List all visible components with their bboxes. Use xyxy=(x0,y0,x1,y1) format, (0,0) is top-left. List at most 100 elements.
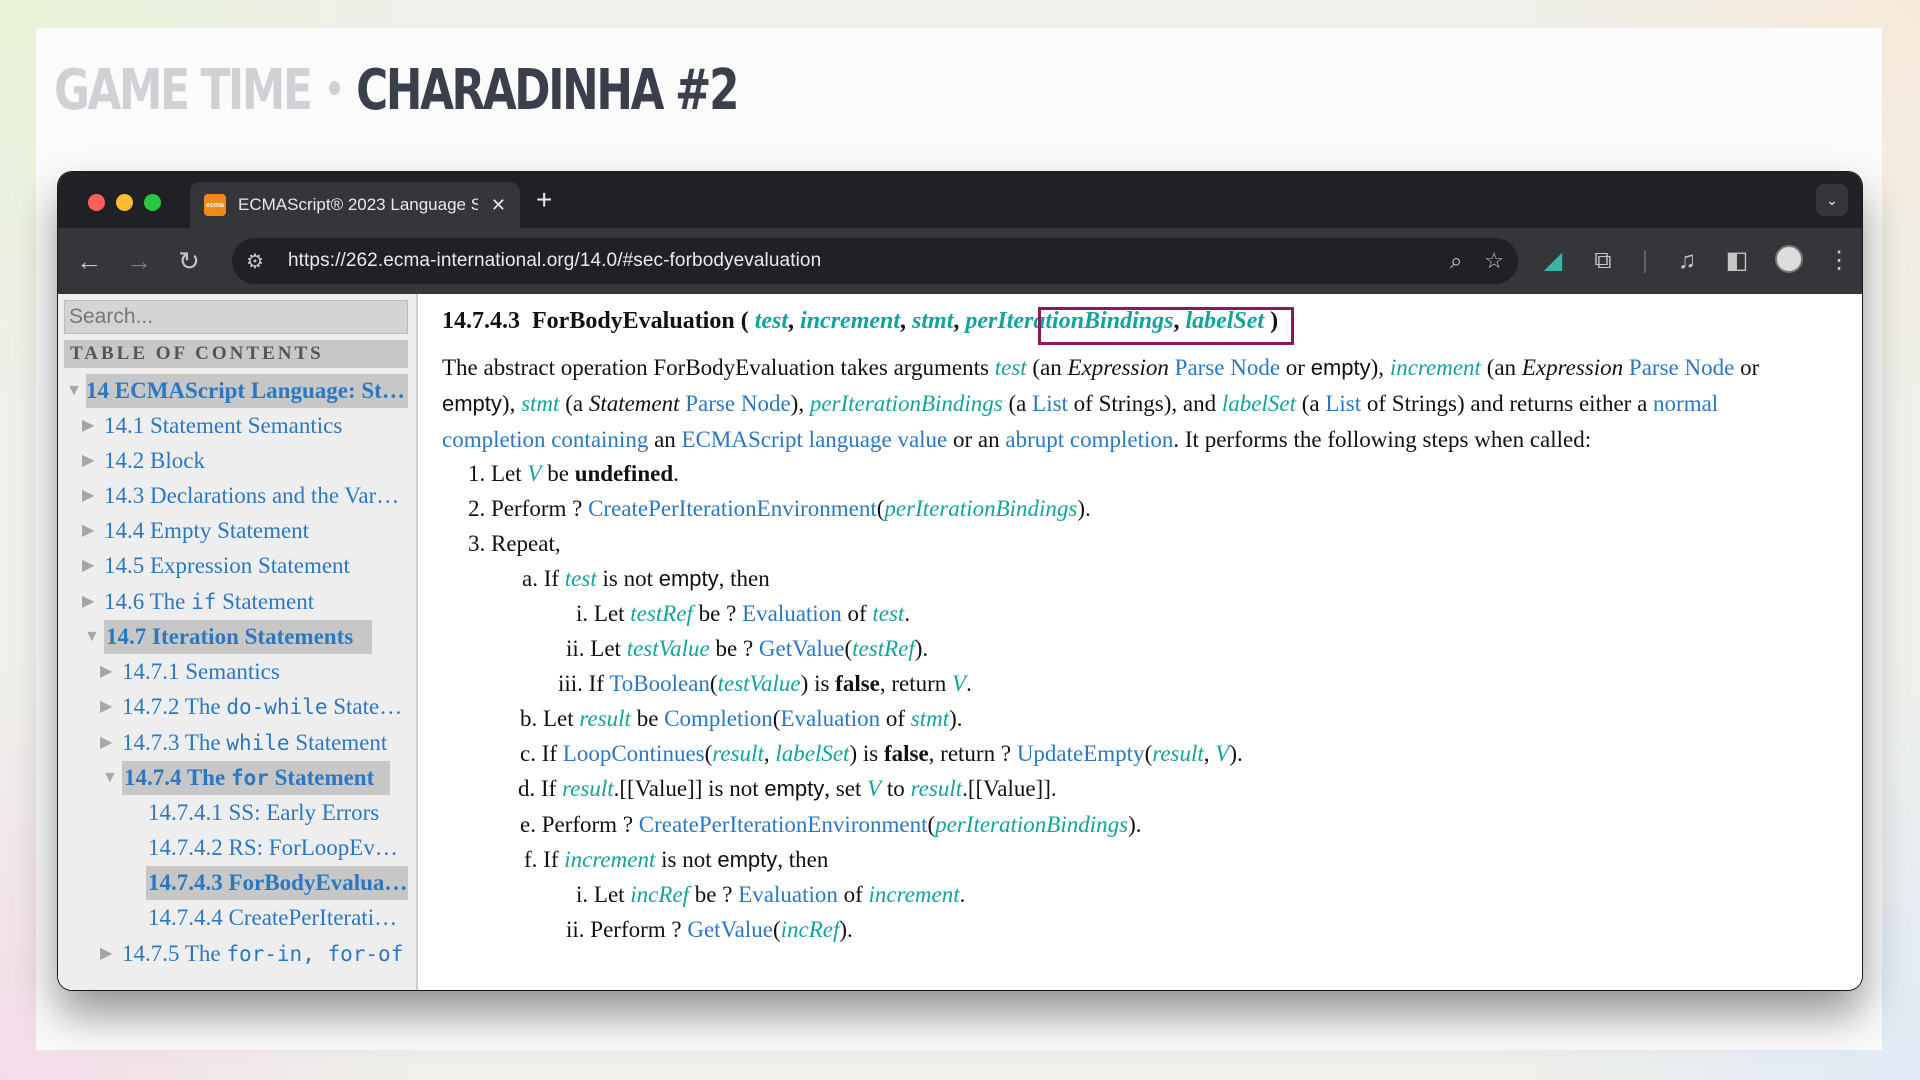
collapse-arrow-icon[interactable]: ▶ xyxy=(82,444,94,478)
var-perIterationBindings[interactable]: perIterationBindings xyxy=(884,496,1077,521)
expand-arrow-icon[interactable]: ▼ xyxy=(102,761,118,795)
param-increment[interactable]: increment xyxy=(800,308,900,334)
link-abrupt-completion[interactable]: abrupt completion xyxy=(1005,427,1173,452)
var-testRef[interactable]: testRef xyxy=(630,601,693,626)
link-completion[interactable]: Completion xyxy=(664,706,773,731)
toc-item-14[interactable]: 14 ECMAScript Language: Statements and D… xyxy=(86,374,408,408)
param-stmt[interactable]: stmt xyxy=(912,308,953,334)
link-list[interactable]: List xyxy=(1325,391,1361,416)
link-toboolean[interactable]: ToBoolean xyxy=(609,671,710,696)
toc-item-14-1[interactable]: 14.1 Statement Semantics xyxy=(104,409,404,443)
active-tab[interactable]: ecma ECMAScript® 2023 Language Specifica… xyxy=(190,182,520,228)
tab-close-icon[interactable]: ✕ xyxy=(491,195,506,216)
zoom-icon[interactable]: ⌕ xyxy=(1450,248,1462,274)
toc-item-14-7[interactable]: 14.7 Iteration Statements xyxy=(104,620,372,654)
var-V[interactable]: V xyxy=(952,671,966,696)
link-getvalue[interactable]: GetValue xyxy=(759,636,845,661)
collapse-arrow-icon[interactable]: ▶ xyxy=(100,655,112,689)
toc-item-14-7-3[interactable]: 14.7.3 The while Statement xyxy=(122,726,406,760)
minimize-window-button[interactable] xyxy=(116,194,133,211)
expand-arrow-icon[interactable]: ▼ xyxy=(84,620,100,654)
var-test[interactable]: test xyxy=(565,566,597,591)
bookmark-star-icon[interactable]: ☆ xyxy=(1484,248,1504,274)
param-perIterationBindings[interactable]: perIterationBindings xyxy=(965,308,1173,334)
link-updateempty[interactable]: UpdateEmpty xyxy=(1017,741,1145,766)
link-create-per-iteration-environment[interactable]: CreatePerIterationEnvironment xyxy=(588,496,877,521)
link-loopcontinues[interactable]: LoopContinues xyxy=(563,741,705,766)
link-getvalue[interactable]: GetValue xyxy=(687,917,773,942)
toc-item-14-4[interactable]: 14.4 Empty Statement xyxy=(104,514,404,548)
expand-arrow-icon[interactable]: ▼ xyxy=(66,374,82,408)
reload-icon[interactable]: ↻ xyxy=(172,245,206,277)
collapse-arrow-icon[interactable]: ▶ xyxy=(82,514,94,548)
maximize-window-button[interactable] xyxy=(144,194,161,211)
toc-item-14-7-5[interactable]: 14.7.5 The for-in, for-of xyxy=(122,937,406,971)
var-V[interactable]: V xyxy=(527,461,541,486)
var-result[interactable]: result xyxy=(712,741,764,766)
var-perIterationBindings[interactable]: perIterationBindings xyxy=(935,812,1128,837)
var-V[interactable]: V xyxy=(867,776,881,801)
var-result[interactable]: result xyxy=(562,776,614,801)
toc-item-14-5[interactable]: 14.5 Expression Statement xyxy=(104,549,404,583)
toc-item-14-3[interactable]: 14.3 Declarations and the Variable State… xyxy=(104,479,404,513)
var-increment[interactable]: increment xyxy=(1390,355,1481,380)
side-panel-icon[interactable]: ◧ xyxy=(1720,245,1754,277)
collapse-arrow-icon[interactable]: ▶ xyxy=(100,937,112,971)
var-incRef[interactable]: incRef xyxy=(781,917,840,942)
address-bar[interactable]: ⚙ https://262.ecma-international.org/14.… xyxy=(232,238,1518,284)
var-stmt[interactable]: stmt xyxy=(911,706,949,731)
toc-item-14-7-1[interactable]: 14.7.1 Semantics xyxy=(122,655,406,689)
link-ecmascript-language-value[interactable]: ECMAScript language value xyxy=(682,427,948,452)
link-list[interactable]: List xyxy=(1032,391,1068,416)
var-testValue[interactable]: testValue xyxy=(627,636,710,661)
param-test[interactable]: test xyxy=(755,308,788,334)
var-result[interactable]: result xyxy=(1152,741,1204,766)
var-perIterationBindings[interactable]: perIterationBindings xyxy=(810,391,1003,416)
collapse-arrow-icon[interactable]: ▶ xyxy=(82,479,94,513)
link-parse-node[interactable]: Parse Node xyxy=(685,391,790,416)
link-create-per-iteration-environment[interactable]: CreatePerIterationEnvironment xyxy=(639,812,928,837)
profile-avatar-icon[interactable] xyxy=(1772,245,1806,282)
toc-item-14-7-4-3[interactable]: 14.7.4.3 ForBodyEvaluation xyxy=(146,866,408,900)
extension-teal-icon[interactable]: ◢ xyxy=(1536,245,1570,277)
var-result[interactable]: result xyxy=(911,776,963,801)
link-evaluation[interactable]: Evaluation xyxy=(738,882,838,907)
var-test[interactable]: test xyxy=(872,601,904,626)
var-testValue[interactable]: testValue xyxy=(718,671,801,696)
var-V[interactable]: V xyxy=(1215,741,1229,766)
link-evaluation[interactable]: Evaluation xyxy=(780,706,880,731)
var-incRef[interactable]: incRef xyxy=(630,882,689,907)
toc-item-14-6[interactable]: 14.6 The if Statement xyxy=(104,585,404,619)
toc-item-14-7-4-4[interactable]: 14.7.4.4 CreatePerIterationEnvironment xyxy=(148,901,406,935)
toc-item-14-7-2[interactable]: 14.7.2 The do-while Statement xyxy=(122,690,406,724)
site-info-icon[interactable]: ⚙ xyxy=(246,249,276,274)
toc-item-14-7-4[interactable]: 14.7.4 The for Statement xyxy=(122,761,390,795)
toc-item-14-7-4-2[interactable]: 14.7.4.2 RS: ForLoopEvaluation xyxy=(148,831,406,865)
collapse-arrow-icon[interactable]: ▶ xyxy=(82,585,94,619)
collapse-arrow-icon[interactable]: ▶ xyxy=(82,549,94,583)
var-testRef[interactable]: testRef xyxy=(852,636,915,661)
media-icon[interactable]: ♫ xyxy=(1670,245,1704,277)
toc-item-14-2[interactable]: 14.2 Block xyxy=(104,444,404,478)
tab-search-icon[interactable]: ⌄ xyxy=(1816,184,1848,216)
link-parse-node[interactable]: Parse Node xyxy=(1629,355,1734,380)
toc-item-14-7-4-1[interactable]: 14.7.4.1 SS: Early Errors xyxy=(148,796,406,830)
url-text[interactable]: https://262.ecma-international.org/14.0/… xyxy=(288,250,821,272)
collapse-arrow-icon[interactable]: ▶ xyxy=(82,409,94,443)
var-labelSet[interactable]: labelSet xyxy=(775,741,849,766)
back-icon[interactable]: ← xyxy=(72,245,106,277)
collapse-arrow-icon[interactable]: ▶ xyxy=(100,726,112,760)
param-labelSet[interactable]: labelSet xyxy=(1185,308,1264,334)
extensions-puzzle-icon[interactable]: ⧉ xyxy=(1586,245,1620,277)
close-window-button[interactable] xyxy=(88,194,105,211)
link-evaluation[interactable]: Evaluation xyxy=(742,601,842,626)
search-input[interactable]: Search... xyxy=(64,300,408,334)
forward-icon[interactable]: → xyxy=(122,245,156,277)
new-tab-button[interactable]: + xyxy=(536,184,552,216)
var-labelSet[interactable]: labelSet xyxy=(1222,391,1296,416)
menu-icon[interactable]: ⋮ xyxy=(1822,245,1856,277)
var-test[interactable]: test xyxy=(995,355,1027,380)
var-increment[interactable]: increment xyxy=(869,882,960,907)
link-parse-node[interactable]: Parse Node xyxy=(1175,355,1280,380)
collapse-arrow-icon[interactable]: ▶ xyxy=(100,690,112,724)
